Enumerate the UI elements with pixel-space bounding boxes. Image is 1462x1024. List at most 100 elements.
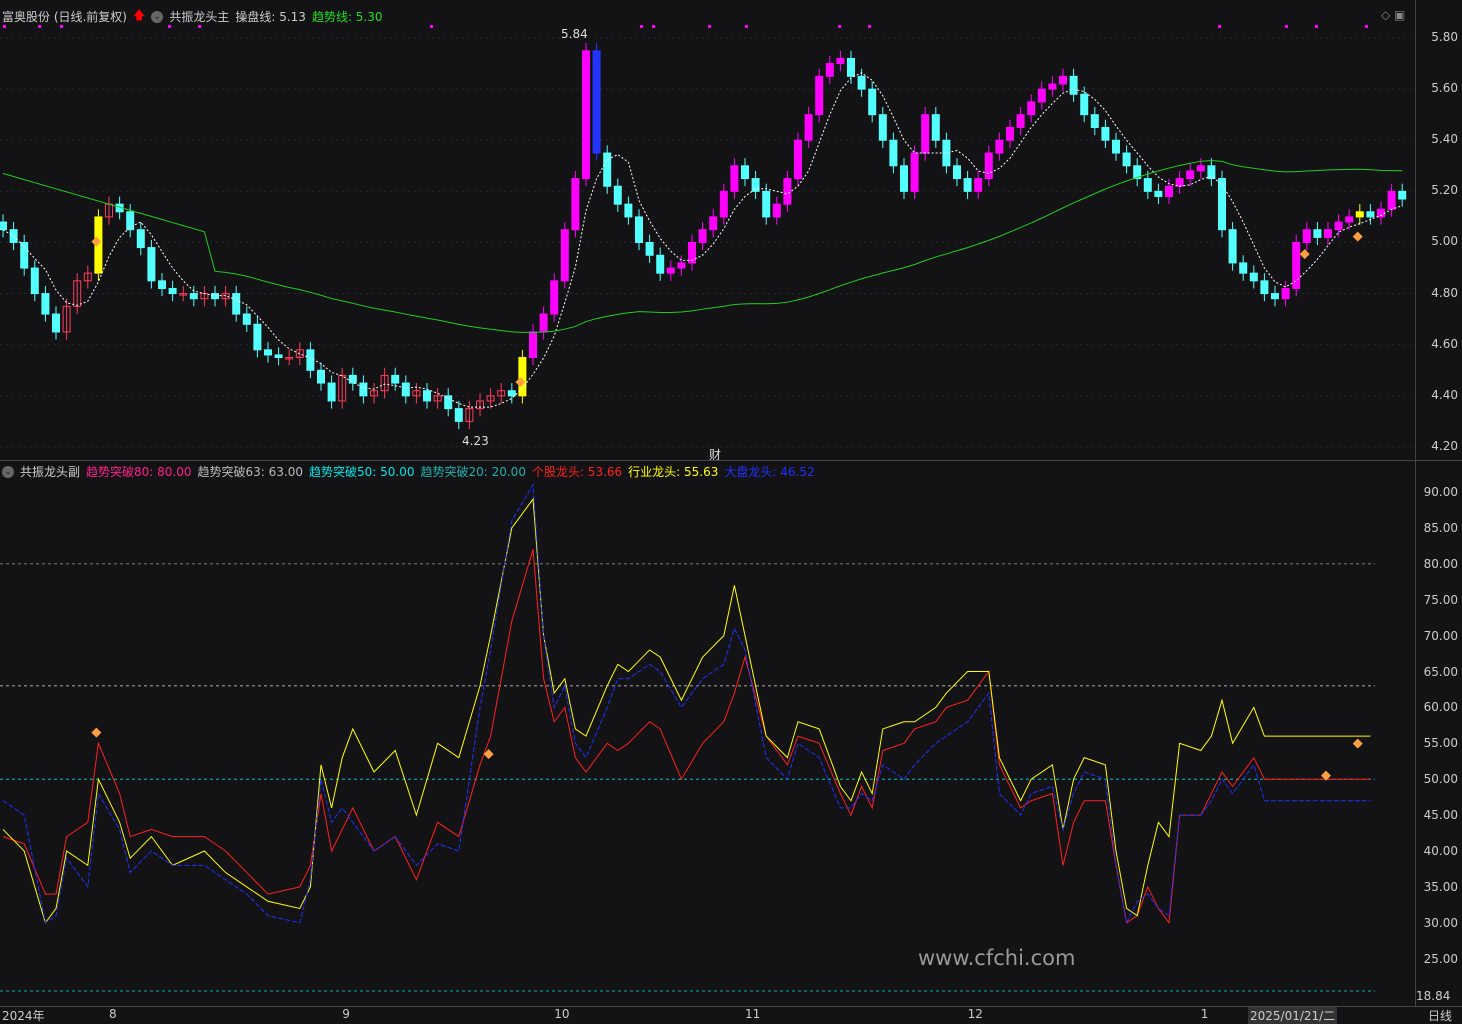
candle-body (635, 216, 643, 243)
diamond-signal-icon: ◆ (484, 747, 494, 762)
market-leader-line (2, 483, 1371, 925)
price-tick: 5.00 (1431, 234, 1458, 249)
sub-indicator-name[interactable]: 共振龙头副 (20, 463, 80, 480)
indicator-axis: 90.00 85.00 80.00 75.00 70.00 65.00 60.00 55.00… (1415, 461, 1462, 1006)
signal-dot (1365, 25, 1368, 28)
indicator-tick: 50.00 (1423, 772, 1458, 787)
candle-body (550, 280, 559, 315)
candle-body (1059, 75, 1067, 85)
date-label: 12 (967, 1007, 983, 1021)
candle-body (242, 313, 251, 325)
candle-body (253, 323, 262, 351)
period-button[interactable]: 日线 (1428, 1007, 1452, 1024)
indicator-tick: 25.00 (1423, 951, 1458, 966)
candle-body (1271, 293, 1279, 300)
candle-body (1345, 216, 1354, 223)
candle-body (847, 57, 855, 77)
candle-body (317, 369, 325, 384)
sub-legend-item: 趋势突破20: 20.00 (420, 465, 526, 479)
candle-body (995, 139, 1004, 154)
stock-leader-line (2, 549, 1371, 925)
signal-dot (745, 25, 748, 28)
sub-legend-item: 个股龙头: 53.66 (531, 465, 623, 479)
signal-dot (430, 25, 433, 28)
candle-body (825, 63, 834, 77)
candle-body (168, 287, 177, 295)
stock-title: 富奥股份 (日线.前复权) (2, 10, 127, 24)
candle-body (1080, 93, 1089, 116)
indicator-tick: 70.00 (1423, 628, 1458, 643)
candle-body (571, 178, 580, 231)
signal-dot (1218, 25, 1221, 28)
collapse-icon[interactable]: ⌄ (2, 465, 14, 478)
high-label: 5.84 (561, 27, 588, 41)
indicator-name[interactable]: 共振龙头主 (169, 8, 229, 25)
price-tick: 4.40 (1431, 387, 1458, 402)
candle-body (1154, 190, 1163, 197)
settings-icon[interactable]: ◇ ▣ (1381, 8, 1405, 22)
candle-body (423, 390, 431, 402)
candle-body (963, 178, 972, 192)
arrow-up-icon: 🡅 (133, 8, 146, 22)
candle-body (507, 390, 516, 397)
candle-body (539, 313, 548, 333)
candle-body (900, 165, 908, 192)
main-chart-pane[interactable]: ◆ ◆ ◆ ◆ 富奥股份 (日线.前复权) 🡅 ⌄ 共振龙头主 操盘线: 5.13 趋… (0, 0, 1415, 462)
sub-chart-pane[interactable]: ◆ ◆ ◆ ◆ ⌄ 共振龙头副 趋势突破80: 80.00 趋势突破63: 63.00 趋… (0, 461, 1415, 1006)
candle-body (1101, 126, 1110, 141)
watermark: www.cfchi.com (918, 946, 1076, 970)
indicator-tick: 30.00 (1423, 915, 1458, 930)
indicator-tick: 60.00 (1423, 700, 1458, 715)
collapse-icon[interactable]: ⌄ (151, 10, 164, 23)
axis-low-value: 18.84 (1416, 989, 1451, 1003)
candle-body (666, 267, 675, 274)
price-tick: 4.80 (1431, 285, 1458, 300)
candlestick-chart[interactable]: ◆ ◆ ◆ ◆ (0, 0, 1415, 460)
indicator-chart[interactable]: ◆ ◆ ◆ ◆ (0, 461, 1415, 1006)
candle-body (20, 241, 29, 269)
candle-body (1186, 170, 1195, 180)
candle-body (147, 247, 156, 282)
candle-body (1112, 139, 1120, 154)
candle-body (1037, 88, 1046, 103)
candle-body (889, 139, 898, 167)
candle-body (1175, 178, 1184, 187)
candle-body (719, 190, 728, 218)
candle-body (762, 190, 771, 218)
cursor-date: 2025/01/21/二 (1248, 1007, 1338, 1024)
candle-body (189, 293, 198, 300)
candle-body (1027, 101, 1036, 116)
candle-body (232, 293, 241, 315)
candle-body (1143, 178, 1152, 192)
candle-body (359, 382, 368, 397)
indicator-tick: 55.00 (1423, 736, 1458, 751)
candle-body (592, 50, 601, 154)
candle-body (1398, 190, 1407, 200)
low-label: 4.23 (462, 434, 489, 448)
candle-body (1069, 75, 1078, 95)
candle-body (677, 262, 686, 269)
candle-body (582, 50, 590, 180)
candle-body (1196, 165, 1205, 172)
price-tick: 4.20 (1431, 438, 1458, 453)
date-label: 2024年 (2, 1009, 45, 1023)
signal-dot (708, 25, 711, 28)
candle-body (1260, 280, 1269, 295)
candle-body (910, 152, 919, 192)
candle-body (698, 229, 707, 243)
candle-body (1334, 221, 1343, 231)
indicator-tick: 40.00 (1423, 844, 1458, 858)
candle-body (1048, 83, 1057, 90)
line2-value: 趋势线: 5.30 (311, 10, 383, 24)
indicator-tick: 75.00 (1423, 592, 1458, 607)
diamond-signal-icon: ◆ (1353, 229, 1363, 244)
candle-body (984, 152, 993, 180)
price-axis: 5.80 5.60 5.40 5.20 5.00 4.80 4.60 4.40 4.20 (1415, 0, 1462, 460)
date-label: 8 (109, 1007, 117, 1021)
candle-body (348, 374, 357, 384)
sub-legend-item: 趋势突破63: 63.00 (197, 465, 303, 479)
date-label: 10 (554, 1007, 570, 1021)
sub-legend-item: 大盘龙头: 46.52 (724, 465, 815, 479)
indicator-tick: 85.00 (1423, 520, 1458, 535)
candle-body (1239, 262, 1248, 274)
